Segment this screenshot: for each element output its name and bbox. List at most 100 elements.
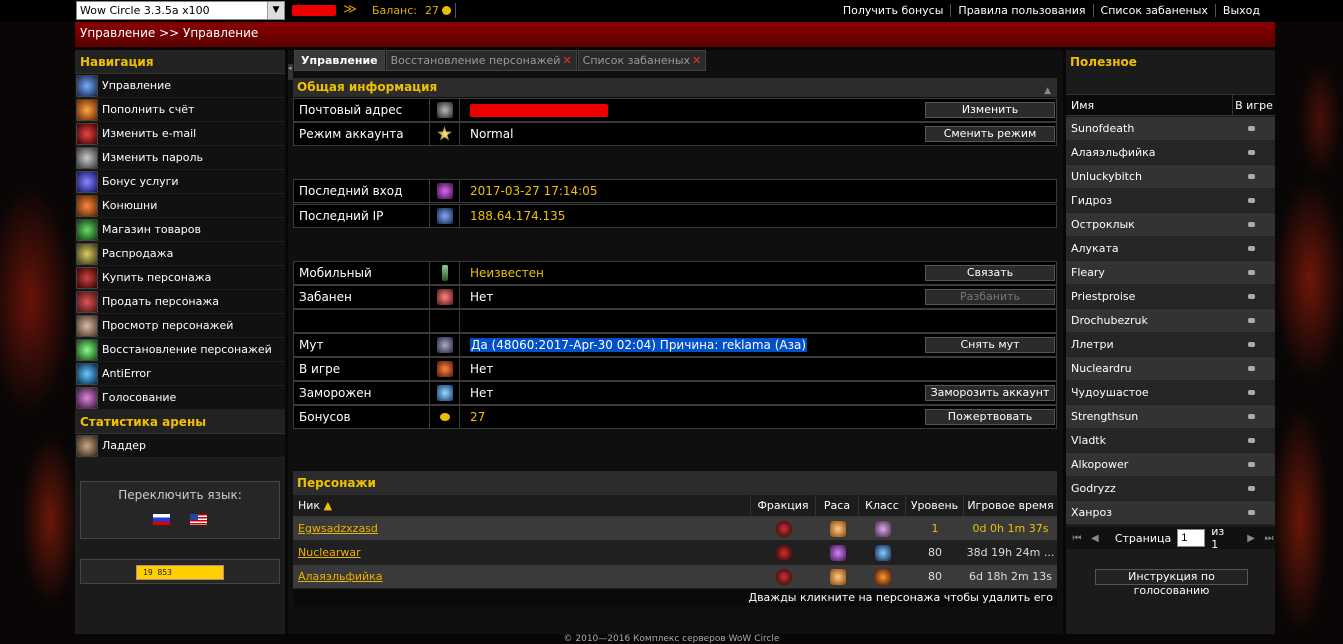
page-label: Страница	[1114, 531, 1172, 545]
player-row[interactable]: Ллетри	[1066, 333, 1275, 357]
character-nick[interactable]: Egwsadzxzasd	[293, 522, 751, 535]
player-row[interactable]: Godryzz	[1066, 477, 1275, 501]
freeze-account-button[interactable]: Заморозить аккаунт	[925, 385, 1055, 401]
table-row[interactable]: Nuclearwar 80 38d 19h 24m ...	[293, 541, 1057, 565]
unmute-button[interactable]: Снять мут	[925, 337, 1055, 353]
col-class[interactable]: Класс	[859, 495, 906, 516]
page-total: из 1	[1211, 525, 1225, 551]
nav-item-antierror[interactable]: AntiError	[75, 362, 285, 386]
player-row[interactable]: Гидроз	[1066, 189, 1275, 213]
player-row[interactable]: Priestproise	[1066, 285, 1275, 309]
russian-flag-icon[interactable]	[153, 514, 170, 525]
close-icon[interactable]: ✕	[692, 54, 701, 67]
link-phone-button[interactable]: Связать	[925, 265, 1055, 281]
link-rules[interactable]: Правила пользования	[950, 4, 1092, 17]
nav-item-label: Восстановление персонажей	[102, 343, 272, 356]
tab-manage[interactable]: Управление	[294, 50, 385, 71]
next-page-icon[interactable]: ▶	[1245, 533, 1257, 544]
player-row[interactable]: Drochubezruk	[1066, 309, 1275, 333]
offline-status-icon	[1248, 366, 1255, 371]
nav-item-sell-character[interactable]: Продать персонажа	[75, 290, 285, 314]
nav-item-bonus-services[interactable]: Бонус услуги	[75, 170, 285, 194]
offline-status-icon	[1248, 342, 1255, 347]
topup-icon	[76, 98, 98, 121]
player-row[interactable]: Ханроз	[1066, 501, 1275, 525]
player-row[interactable]: Fleary	[1066, 261, 1275, 285]
donate-button[interactable]: Пожертвовать	[925, 409, 1055, 425]
col-faction[interactable]: Фракция	[751, 495, 816, 516]
race-icon	[829, 520, 846, 537]
nav-item-sale[interactable]: Распродажа	[75, 242, 285, 266]
player-name: Nucleardru	[1071, 362, 1132, 375]
nav-item-view-characters[interactable]: Просмотр персонажей	[75, 314, 285, 338]
close-icon[interactable]: ✕	[562, 54, 571, 67]
balance-value: 27	[425, 4, 440, 17]
nav-item-manage[interactable]: Управление	[75, 74, 285, 98]
change-email-button[interactable]: Изменить	[925, 102, 1055, 118]
player-row[interactable]: Алаяэльфийка	[1066, 141, 1275, 165]
nav-item-ladder[interactable]: Ладдер	[75, 434, 285, 458]
tab-label: Список забаненых	[582, 54, 691, 67]
redacted-email	[470, 104, 608, 117]
nav-item-voting[interactable]: Голосование	[75, 386, 285, 410]
server-select[interactable]: Wow Circle 3.3.5a x100 ▼	[76, 1, 285, 20]
col-playtime[interactable]: Игровое время	[964, 495, 1057, 516]
player-row[interactable]: Алукатa	[1066, 237, 1275, 261]
unban-button[interactable]: Разбанить	[925, 289, 1055, 305]
table-row[interactable]: Egwsadzxzasd 1 0d 0h 1m 37s	[293, 517, 1057, 541]
phone-value: Неизвестен	[470, 266, 544, 280]
language-switcher: Переключить язык:	[80, 481, 280, 539]
tab-ban-list[interactable]: Список забаненых ✕	[577, 50, 707, 71]
col-name[interactable]: Имя	[1066, 95, 1233, 115]
character-nick[interactable]: Nuclearwar	[293, 546, 751, 559]
divider	[455, 3, 456, 18]
nav-item-topup[interactable]: Пополнить счёт	[75, 98, 285, 122]
change-mode-button[interactable]: Сменить режим	[925, 126, 1055, 142]
empty-label	[294, 310, 430, 332]
player-row[interactable]: Чудоушастое	[1066, 381, 1275, 405]
vote-instructions-button[interactable]: Инструкция по голосованию	[1095, 569, 1248, 597]
portal-icon	[436, 183, 453, 199]
mode-value: Normal	[470, 127, 514, 141]
player-row[interactable]: Unluckybitch	[1066, 165, 1275, 189]
tab-restore[interactable]: Восстановление персонажей ✕	[385, 50, 577, 71]
link-get-bonuses[interactable]: Получить бонусы	[836, 4, 951, 17]
table-row[interactable]: Алаяэльфийка 80 6d 18h 2m 13s	[293, 565, 1057, 589]
page-input[interactable]	[1177, 529, 1206, 547]
nav-item-buy-character[interactable]: Купить персонажа	[75, 266, 285, 290]
player-row[interactable]: Sunofdeath	[1066, 117, 1275, 141]
nav-item-change-password[interactable]: Изменить пароль	[75, 146, 285, 170]
character-nick[interactable]: Алаяэльфийка	[293, 570, 751, 583]
nav-item-shop[interactable]: Магазин товаров	[75, 218, 285, 242]
col-nick[interactable]: Ник ▲	[293, 495, 751, 516]
offline-status-icon	[1248, 222, 1255, 227]
bonus-label: Бонусов	[294, 406, 430, 428]
redacted-username	[292, 5, 336, 16]
link-logout[interactable]: Выход	[1214, 4, 1267, 17]
race-icon	[829, 544, 846, 561]
nav-item-stables[interactable]: Конюшни	[75, 194, 285, 218]
top-links: Получить бонусы Правила пользования Спис…	[836, 4, 1267, 17]
col-race[interactable]: Раса	[816, 495, 859, 516]
player-row[interactable]: Vladtk	[1066, 429, 1275, 453]
player-name: Гидроз	[1071, 194, 1113, 207]
nav-item-restore-characters[interactable]: Восстановление персонажей	[75, 338, 285, 362]
last-ip-row: Последний IP 188.64.174.135	[293, 204, 1057, 228]
restore-icon	[76, 338, 98, 361]
nav-item-change-email[interactable]: Изменить e-mail	[75, 122, 285, 146]
col-level[interactable]: Уровень	[906, 495, 964, 516]
player-row[interactable]: Nucleardru	[1066, 357, 1275, 381]
player-row[interactable]: Остроклык	[1066, 213, 1275, 237]
link-ban-list[interactable]: Список забаненых	[1092, 4, 1215, 17]
banned-row: Забанен Нет Разбанить	[293, 285, 1057, 309]
player-row[interactable]: Alkopower	[1066, 453, 1275, 477]
player-row[interactable]: Strengthsun	[1066, 405, 1275, 429]
us-flag-icon[interactable]	[190, 514, 207, 525]
last-page-icon[interactable]: ⏭	[1263, 533, 1275, 544]
col-in-game[interactable]: В игре	[1233, 95, 1275, 115]
tab-bar: Управление Восстановление персонажей ✕ Сп…	[294, 50, 707, 71]
first-page-icon[interactable]: ⏮	[1071, 533, 1083, 544]
nav-item-label: AntiError	[102, 367, 151, 380]
prev-page-icon[interactable]: ◀	[1089, 533, 1101, 544]
visit-counter[interactable]: 19 853	[136, 565, 224, 580]
